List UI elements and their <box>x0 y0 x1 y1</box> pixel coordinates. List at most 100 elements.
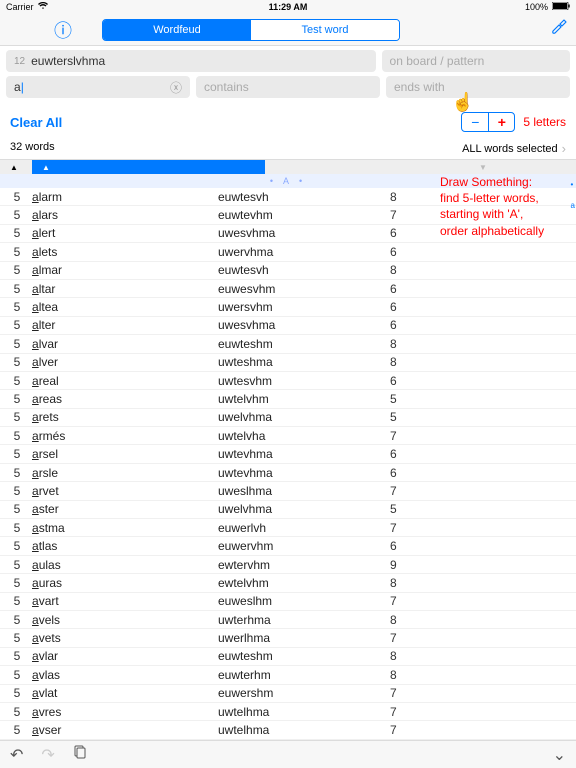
table-row[interactable]: 5areasuwtelvhm5 <box>0 390 576 408</box>
starts-with-input[interactable]: a| ⓧ <box>6 76 190 98</box>
table-row[interactable]: 5aletsuwervhma6 <box>0 243 576 261</box>
table-row[interactable]: 5almareuwtesvh8 <box>0 262 576 280</box>
cell-word: arets <box>30 410 218 424</box>
settings-icon[interactable] <box>550 18 568 41</box>
cell-score: 6 <box>390 300 428 314</box>
clear-input-icon[interactable]: ⓧ <box>170 79 182 96</box>
cell-word: avart <box>30 594 218 608</box>
table-row[interactable]: 5arseluwtevhma6 <box>0 445 576 463</box>
status-bar: Carrier 11:29 AM 100% <box>0 0 576 14</box>
triangle-up-icon: ▲ <box>42 163 50 172</box>
cell-length: 5 <box>4 558 30 572</box>
collapse-icon[interactable]: ⌄ <box>553 745 566 765</box>
table-row[interactable]: 5astmaeuwerlvh7 <box>0 519 576 537</box>
cell-score: 6 <box>390 447 428 461</box>
cell-remaining: uwtelvha <box>218 429 390 443</box>
cell-word: alvar <box>30 337 218 351</box>
sort-col-length[interactable]: ▲ <box>0 160 32 174</box>
chevron-right-icon[interactable]: › <box>562 141 566 156</box>
cell-remaining: uwtelhma <box>218 705 390 719</box>
table-row[interactable]: 5asteruwelvhma5 <box>0 501 576 519</box>
copy-icon[interactable] <box>73 745 87 764</box>
table-row[interactable]: 5alteauwersvhm6 <box>0 298 576 316</box>
table-row[interactable]: 5aurasewtelvhm8 <box>0 574 576 592</box>
cell-remaining: ewtervhm <box>218 558 390 572</box>
table-row[interactable]: 5avelsuwterhma8 <box>0 611 576 629</box>
cell-length: 5 <box>4 300 30 314</box>
sort-col-word[interactable]: ▲ <box>32 160 265 174</box>
table-row[interactable]: 5armésuwtelvha7 <box>0 427 576 445</box>
table-row[interactable]: 5altareuwesvhm6 <box>0 280 576 298</box>
cell-score: 6 <box>390 539 428 553</box>
cell-remaining: euwteshm <box>218 337 390 351</box>
cell-score: 8 <box>390 190 428 204</box>
cell-remaining: euwtevhm <box>218 208 390 222</box>
stepper-plus[interactable]: + <box>488 113 514 131</box>
cell-word: areal <box>30 374 218 388</box>
cell-length: 5 <box>4 576 30 590</box>
tab-test-word[interactable]: Test word <box>251 20 399 40</box>
table-row[interactable]: 5atlaseuwervhm6 <box>0 537 576 555</box>
letters-input[interactable]: 12 euwterslvhma <box>6 50 376 72</box>
wifi-icon <box>38 2 48 12</box>
cell-remaining: uwtevhma <box>218 447 390 461</box>
cell-word: alert <box>30 226 218 240</box>
clear-all-button[interactable]: Clear All <box>10 115 62 130</box>
pattern-input[interactable]: on board / pattern <box>382 50 570 72</box>
table-row[interactable]: 5arvetuweslhma7 <box>0 482 576 500</box>
cell-remaining: euwtesvh <box>218 190 390 204</box>
cell-length: 5 <box>4 190 30 204</box>
controls-row: Clear All − + 5 letters <box>0 106 576 138</box>
table-row[interactable]: 5aretsuwelvhma5 <box>0 409 576 427</box>
table-row[interactable]: 5alteruwesvhma6 <box>0 317 576 335</box>
table-row[interactable]: 5avetsuwerlhma7 <box>0 629 576 647</box>
cell-remaining: uwtevhma <box>218 466 390 480</box>
battery-label: 100% <box>525 2 548 12</box>
stepper-minus[interactable]: − <box>462 113 488 131</box>
cell-word: arsel <box>30 447 218 461</box>
alphabet-index[interactable]: • a <box>571 180 575 210</box>
cell-length: 5 <box>4 447 30 461</box>
table-row[interactable]: 5arealuwtesvhm6 <box>0 372 576 390</box>
cell-word: atlas <box>30 539 218 553</box>
cell-word: alars <box>30 208 218 222</box>
table-row[interactable]: 5aulasewtervhm9 <box>0 556 576 574</box>
cell-length: 5 <box>4 723 30 737</box>
annotation-callout: Draw Something:find 5-letter words,start… <box>440 174 570 239</box>
undo-icon[interactable]: ↶ <box>10 745 23 765</box>
sort-col-remaining[interactable] <box>265 160 469 174</box>
results-table: 5alarmeuwtesvh85alarseuwtevhm75alertuwes… <box>0 188 576 748</box>
info-icon[interactable]: ⓘ <box>54 17 72 43</box>
cell-score: 6 <box>390 318 428 332</box>
battery-icon <box>552 2 570 12</box>
cell-score: 8 <box>390 337 428 351</box>
table-row[interactable]: 5avlateuwershm7 <box>0 685 576 703</box>
cell-word: aster <box>30 502 218 516</box>
index-letter[interactable]: a <box>571 201 575 210</box>
cell-word: auras <box>30 576 218 590</box>
cell-length: 5 <box>4 226 30 240</box>
cell-score: 8 <box>390 668 428 682</box>
starts-value: a <box>14 80 21 94</box>
tab-wordfeud[interactable]: Wordfeud <box>103 20 251 40</box>
bottom-toolbar: ↶ ↷ ⌄ <box>0 740 576 768</box>
cell-length: 5 <box>4 245 30 259</box>
table-row[interactable]: 5avlaseuwterhm8 <box>0 666 576 684</box>
cell-remaining: uwtelhma <box>218 723 390 737</box>
cell-length: 5 <box>4 282 30 296</box>
table-row[interactable]: 5arsleuwtevhma6 <box>0 464 576 482</box>
cell-score: 8 <box>390 355 428 369</box>
table-row[interactable]: 5alvareuwteshm8 <box>0 335 576 353</box>
cell-length: 5 <box>4 484 30 498</box>
table-row[interactable]: 5avresuwtelhma7 <box>0 703 576 721</box>
table-row[interactable]: 5avseruwtelhma7 <box>0 721 576 739</box>
table-row[interactable]: 5alveruwteshma8 <box>0 354 576 372</box>
redo-icon[interactable]: ↷ <box>41 745 54 765</box>
sort-col-score[interactable]: ▼ <box>469 160 576 174</box>
table-row[interactable]: 5avlareuwteshm8 <box>0 648 576 666</box>
triangle-down-icon: ▼ <box>479 163 487 172</box>
contains-input[interactable]: contains <box>196 76 380 98</box>
ends-with-input[interactable]: ends with <box>386 76 570 98</box>
table-row[interactable]: 5avarteuweslhm7 <box>0 593 576 611</box>
cell-score: 6 <box>390 282 428 296</box>
